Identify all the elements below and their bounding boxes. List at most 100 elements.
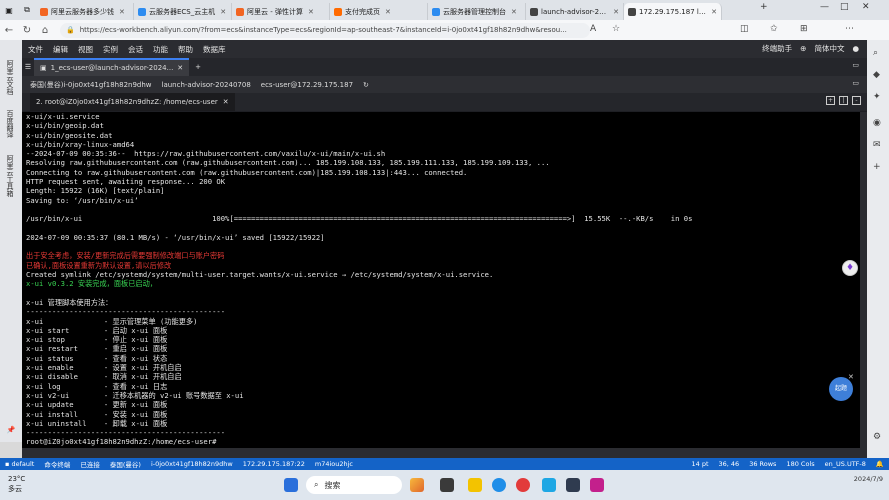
new-session-icon[interactable]: + xyxy=(195,63,201,71)
search-icon[interactable]: ⌕ xyxy=(873,48,878,58)
close-window-icon[interactable]: ✕ xyxy=(862,2,870,12)
shopping-icon[interactable]: ◆ xyxy=(873,70,880,80)
tab-close-icon[interactable]: ✕ xyxy=(511,8,517,16)
sidebar-doc-link[interactable]: 阿里云文档 xyxy=(5,60,15,95)
refresh-icon[interactable]: ↻ xyxy=(18,25,36,36)
tab-close-icon[interactable]: ✕ xyxy=(119,8,125,16)
terminal-app-icon[interactable] xyxy=(566,478,580,492)
status-bell-icon[interactable]: 🔔 xyxy=(871,460,889,468)
read-aloud-icon[interactable]: A xyxy=(590,24,596,34)
menu-file[interactable]: 文件 xyxy=(28,44,43,55)
browser-tab-label: 支付完成页 xyxy=(345,7,380,16)
browser-tab-label: 172.29.175.187 lau xyxy=(639,7,707,16)
session-menu-icon[interactable]: ☰ xyxy=(22,63,34,71)
collections-icon[interactable]: ⊞ xyxy=(800,24,808,34)
floating-help-button[interactable]: 起题 xyxy=(829,377,853,401)
browser-profile-icon[interactable]: ▣ xyxy=(0,6,18,15)
refresh-connection-icon[interactable]: ↻ xyxy=(363,81,369,89)
tab-close-icon[interactable]: ✕ xyxy=(308,8,314,16)
settings-more-icon[interactable]: ⋯ xyxy=(845,24,854,34)
split-horizontal-icon[interactable]: - xyxy=(852,96,861,105)
file-explorer-icon[interactable] xyxy=(468,478,482,492)
outlook-icon[interactable]: ✉ xyxy=(873,140,881,150)
browser-tab[interactable]: launch-advisor-2024 ✕ xyxy=(526,3,624,20)
terminal-line: HTTP request sent, awaiting response... … xyxy=(26,177,226,187)
sidebar-toolbox-link[interactable]: 阿里云工具箱 xyxy=(5,155,15,197)
menu-database[interactable]: 数据库 xyxy=(203,44,226,55)
terminal-scrollbar[interactable] xyxy=(860,112,867,448)
split-screen-icon[interactable]: ◫ xyxy=(740,24,749,34)
menu-help[interactable]: 帮助 xyxy=(178,44,193,55)
app-icon-2[interactable] xyxy=(542,478,556,492)
new-tab-button[interactable]: + xyxy=(760,2,768,12)
terminal-tab-close-icon[interactable]: ✕ xyxy=(223,98,229,106)
status-font-size[interactable]: 14 pt xyxy=(686,460,713,468)
tools-icon[interactable]: ✦ xyxy=(873,92,881,102)
minimize-window-icon[interactable]: — xyxy=(820,2,829,12)
menu-instance[interactable]: 实例 xyxy=(103,44,118,55)
app-icon-1[interactable] xyxy=(410,478,424,492)
terminal-output[interactable]: x-ui/x-ui.service x-ui/bin/geoip.dat x-ui/… xyxy=(22,112,860,448)
tab-actions-icon[interactable]: ⧉ xyxy=(18,5,36,15)
tab-favicon-icon xyxy=(40,7,48,16)
session-tab-close-icon[interactable]: ✕ xyxy=(177,64,183,72)
status-session-id: m74iou2hjc xyxy=(314,460,353,468)
home-icon[interactable]: ⌂ xyxy=(36,25,54,36)
office-icon[interactable]: ◉ xyxy=(873,118,881,128)
search-icon: ⌕ xyxy=(314,480,319,489)
browser-tab[interactable]: 云服务器管理控制台 ✕ xyxy=(428,3,526,20)
split-vertical-icon[interactable]: | xyxy=(839,96,848,105)
start-icon[interactable] xyxy=(284,478,298,492)
maximize-window-icon[interactable]: □ xyxy=(840,2,849,12)
browser-tab[interactable]: 云服务器ECS_云主机 ✕ xyxy=(134,3,232,20)
add-icon[interactable]: ⊕ xyxy=(800,44,806,53)
taskbar-search-placeholder: 搜索 xyxy=(324,480,341,490)
tab-close-icon[interactable]: ✕ xyxy=(613,8,619,16)
app-icon-3[interactable] xyxy=(590,478,604,492)
status-cursor-pos: 36, 46 xyxy=(718,460,740,468)
browser-tab[interactable]: 172.29.175.187 lau ✕ xyxy=(624,3,722,20)
menu-edit[interactable]: 编辑 xyxy=(53,44,68,55)
new-terminal-icon[interactable]: + xyxy=(826,96,835,105)
task-view-icon[interactable] xyxy=(440,478,454,492)
browser-tab[interactable]: 阿里云服务器多少钱 ✕ xyxy=(36,3,134,20)
url-field[interactable]: 🔒 https://ecs-workbench.aliyun.com/?from… xyxy=(60,22,590,38)
sidebar-add-icon[interactable]: + xyxy=(873,162,881,172)
browser-tab[interactable]: 支付完成页 ✕ xyxy=(330,3,428,20)
edge-icon[interactable] xyxy=(492,478,506,492)
tab-close-icon[interactable]: ✕ xyxy=(220,8,226,16)
tab-close-icon[interactable]: ✕ xyxy=(385,8,391,16)
chrome-icon[interactable] xyxy=(516,478,530,492)
terminal-line: x-ui log - 查看 x-ui 日志 xyxy=(26,381,168,391)
workbench-menubar: 文件 编辑 视图 实例 会话 功能 帮助 数据库 终端助手 ⊕ 简体中文 ● xyxy=(22,40,867,58)
favorite-icon[interactable]: ☆ xyxy=(612,24,620,34)
terminal-tab[interactable]: 2. root@iZ0jo0xt41gf18h82n9dhzZ: /home/e… xyxy=(30,93,235,111)
user-avatar-icon[interactable]: ● xyxy=(852,44,859,53)
status-encoding[interactable]: en_US.UTF-8 xyxy=(820,460,871,468)
assistant-floating-icon[interactable]: ♦ xyxy=(842,260,858,276)
terminal-line: Saving to: ‘/usr/bin/x-ui’ xyxy=(26,195,139,205)
sidebar-settings-icon[interactable]: ⚙ xyxy=(873,432,881,442)
terminal-line: ----------------------------------------… xyxy=(26,307,226,317)
status-default[interactable]: ▪ default xyxy=(0,460,39,468)
tab-close-icon[interactable]: ✕ xyxy=(711,8,717,16)
browser-tab[interactable]: 阿里云 - 弹性计算 ✕ xyxy=(232,3,330,20)
system-tray[interactable]: 2024/7/9 xyxy=(854,474,883,484)
pin-icon[interactable]: 📌 xyxy=(5,425,15,434)
status-terminal[interactable]: 命令终端 xyxy=(39,459,75,469)
browser-tabstrip: ▣ ⧉ 阿里云服务器多少钱 ✕ 云服务器ECS_云主机 ✕ 阿里云 - 弹性计算 ✕ 支付完… xyxy=(0,0,889,20)
language-button[interactable]: 简体中文 xyxy=(814,43,844,54)
menu-view[interactable]: 视图 xyxy=(78,44,93,55)
menu-function[interactable]: 功能 xyxy=(153,44,168,55)
session-list-icon[interactable]: ▭ xyxy=(852,61,859,69)
terminal-line: Connecting to raw.githubusercontent.com … xyxy=(26,167,468,177)
taskbar-search[interactable]: ⌕ 搜索 xyxy=(306,476,402,494)
sidebar-translate-link[interactable]: 百度翻译 xyxy=(5,110,15,138)
menu-session[interactable]: 会话 xyxy=(128,44,143,55)
weather-widget[interactable]: 23°C 多云 xyxy=(8,474,25,494)
favorites-icon[interactable]: ✩ xyxy=(770,24,778,34)
session-tab[interactable]: ▣ 1_ecs-user@launch-advisor-2024... ✕ xyxy=(34,58,190,76)
terminal-assistant-button[interactable]: 终端助手 xyxy=(762,43,792,54)
back-icon[interactable]: ← xyxy=(0,25,18,36)
collapse-icon[interactable]: ▭ xyxy=(852,79,859,87)
